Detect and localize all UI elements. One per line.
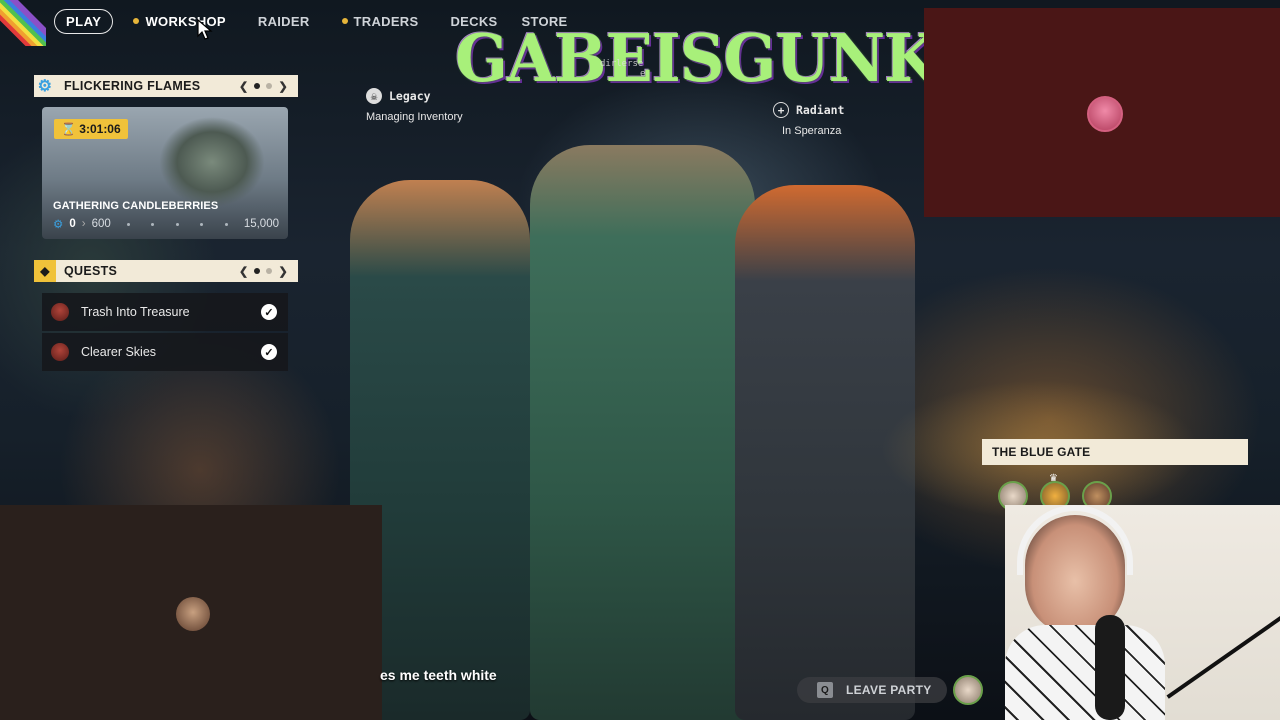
checkmark-icon: ✓ — [261, 344, 277, 360]
chevron-right-icon: › — [81, 218, 86, 230]
quests-panel-header: ◆ QUESTS ❮ ❯ — [34, 260, 298, 282]
event-name: GATHERING CANDLEBERRIES — [53, 200, 219, 212]
event-pager: ❮ ❯ — [239, 80, 288, 93]
hourglass-icon: ⌛ — [61, 122, 76, 136]
member-name: Radiant — [796, 103, 845, 117]
skull-icon: ☠ — [366, 88, 382, 104]
leave-party-label: LEAVE PARTY — [846, 683, 932, 697]
caption-text: es me teeth white — [380, 667, 497, 683]
diamond-icon: ◆ — [34, 260, 56, 282]
quests-pager: ❮ ❯ — [239, 265, 288, 278]
quests-title: QUESTS — [64, 264, 118, 278]
member-activity: Managing Inventory — [366, 111, 463, 123]
member-activity: In Speranza — [782, 125, 842, 137]
quest-giver-icon — [51, 343, 69, 361]
chevron-right-icon[interactable]: ❯ — [278, 265, 288, 278]
microphone — [1095, 615, 1125, 720]
nav-raider-label: RAIDER — [257, 13, 310, 29]
crown-icon: ♛ — [1049, 473, 1058, 484]
pager-dot — [254, 268, 261, 274]
party-member-status-right: + Radiant In Speranza — [773, 102, 844, 137]
notification-dot-icon — [133, 18, 140, 24]
progress-goal: 15,000 — [243, 218, 279, 230]
quest-giver-icon — [51, 303, 69, 321]
quest-item[interactable]: Trash Into Treasure ✓ — [42, 293, 288, 331]
overlay-sub-line: e — [640, 69, 646, 79]
quest-label: Trash Into Treasure — [81, 305, 190, 319]
rainbow-corner-decoration — [0, 0, 46, 46]
keybind-hint: Q — [817, 682, 833, 698]
overlay-sub-line: dirlerse — [600, 59, 644, 69]
pager-dot — [266, 268, 273, 274]
mouse-cursor-icon — [197, 19, 213, 40]
gear-icon: ⚙ — [53, 219, 64, 231]
event-panel-header: ⚙ FLICKERING FLAMES ❮ ❯ — [34, 75, 298, 97]
headphones — [1017, 505, 1133, 575]
nav-raider[interactable]: RAIDER — [258, 14, 310, 29]
event-timer-badge: ⌛ 3:01:06 — [54, 119, 128, 139]
event-progress: ⚙ 0 › 600 15,000 — [53, 217, 279, 231]
notification-dot-icon — [341, 18, 348, 24]
progress-track — [117, 222, 238, 226]
streamer-webcam — [1005, 505, 1280, 720]
party-avatar[interactable] — [953, 675, 983, 705]
chevron-left-icon[interactable]: ❮ — [239, 265, 249, 278]
guest-avatar — [176, 597, 210, 631]
quest-label: Clearer Skies — [81, 345, 157, 359]
gear-icon: ⚙ — [37, 78, 53, 95]
pager-dot — [266, 83, 273, 89]
mic-arm — [1166, 615, 1280, 699]
pager-dot — [254, 83, 261, 89]
progress-current: 0 — [69, 218, 76, 230]
chevron-left-icon[interactable]: ❮ — [239, 80, 249, 93]
checkmark-icon: ✓ — [261, 304, 277, 320]
guest-camera-bottom — [0, 505, 382, 720]
nav-workshop-label: WORKSHOP — [145, 13, 226, 29]
party-member-status-left: ☠ Legacy Managing Inventory — [366, 88, 463, 123]
streamer-shirt — [1005, 625, 1165, 720]
member-name: Legacy — [389, 89, 431, 103]
event-timer: 3:01:06 — [79, 122, 121, 136]
guest-avatar — [1087, 96, 1123, 132]
event-title: FLICKERING FLAMES — [64, 79, 201, 93]
character-center — [530, 145, 755, 720]
lobby-map-title: THE BLUE GATE — [982, 439, 1248, 465]
guest-camera-top — [924, 8, 1280, 217]
plus-icon: + — [773, 102, 789, 118]
chevron-right-icon[interactable]: ❯ — [278, 80, 288, 93]
stream-overlay-subtext: dirlerse e — [600, 59, 645, 79]
quest-item[interactable]: Clearer Skies ✓ — [42, 333, 288, 371]
nav-traders[interactable]: TRADERS — [341, 13, 419, 29]
nav-play-button[interactable]: PLAY — [54, 8, 114, 34]
leave-party-button[interactable]: Q LEAVE PARTY — [797, 677, 947, 703]
event-card[interactable]: ⌛ 3:01:06 GATHERING CANDLEBERRIES ⚙ 0 › … — [42, 107, 288, 239]
nav-traders-label: TRADERS — [353, 13, 419, 29]
progress-milestone: 600 — [91, 218, 111, 230]
stream-overlay-title: GABEISGUNK — [455, 20, 938, 97]
